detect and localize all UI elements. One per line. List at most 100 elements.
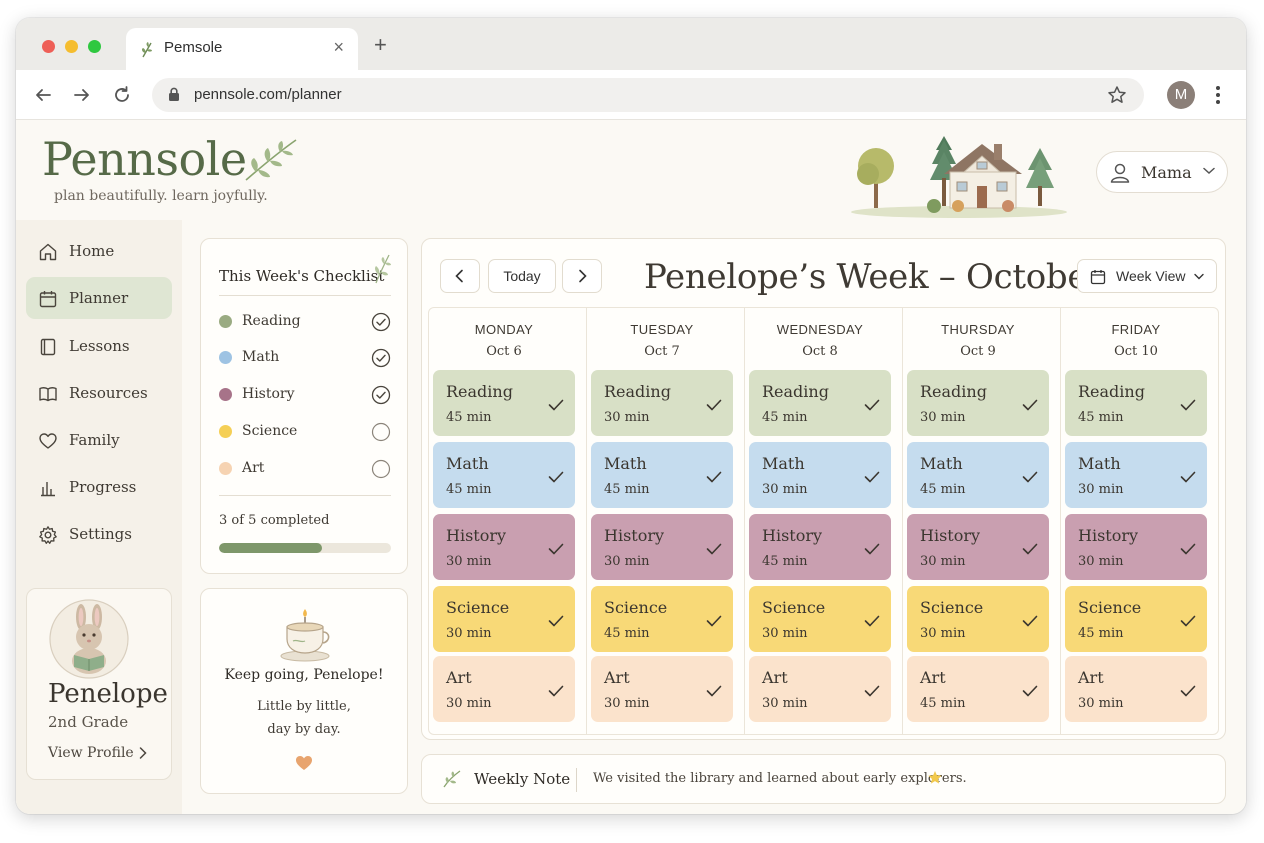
- empty-circle-icon[interactable]: [371, 422, 391, 442]
- lesson-block-art[interactable]: Art 30 min: [433, 656, 575, 722]
- check-icon[interactable]: [548, 685, 564, 697]
- lesson-duration: 45 min: [446, 410, 492, 425]
- next-week-button[interactable]: [562, 259, 602, 293]
- check-icon[interactable]: [1180, 471, 1196, 483]
- lesson-block-history[interactable]: History 30 min: [1065, 514, 1207, 580]
- check-icon[interactable]: [864, 615, 880, 627]
- day-date: Oct 7: [644, 344, 680, 359]
- weekly-note-text[interactable]: We visited the library and learned about…: [593, 771, 967, 786]
- lesson-block-art[interactable]: Art 30 min: [749, 656, 891, 722]
- lesson-block-reading[interactable]: Reading 45 min: [1065, 370, 1207, 436]
- lesson-block-math[interactable]: Math 30 min: [749, 442, 891, 508]
- browser-tab[interactable]: Pemsole ×: [126, 28, 358, 70]
- forward-arrow-icon[interactable]: [71, 84, 93, 106]
- check-icon[interactable]: [548, 399, 564, 411]
- check-icon[interactable]: [706, 471, 722, 483]
- sidebar-item-planner[interactable]: Planner: [26, 277, 172, 319]
- bookmark-star-icon[interactable]: [1106, 84, 1128, 106]
- check-icon[interactable]: [548, 471, 564, 483]
- view-selector-dropdown[interactable]: Week View: [1077, 259, 1217, 293]
- previous-week-button[interactable]: [440, 259, 480, 293]
- checked-circle-icon[interactable]: [371, 312, 391, 332]
- check-icon[interactable]: [1180, 399, 1196, 411]
- check-icon[interactable]: [1180, 543, 1196, 555]
- sidebar-item-settings[interactable]: Settings: [26, 513, 172, 555]
- check-icon[interactable]: [706, 543, 722, 555]
- lesson-block-history[interactable]: History 30 min: [433, 514, 575, 580]
- lesson-block-history[interactable]: History 45 min: [749, 514, 891, 580]
- check-icon[interactable]: [1022, 399, 1038, 411]
- lesson-block-science[interactable]: Science 45 min: [1065, 586, 1207, 652]
- lesson-block-art[interactable]: Art 30 min: [1065, 656, 1207, 722]
- lesson-block-reading[interactable]: Reading 45 min: [433, 370, 575, 436]
- lesson-block-math[interactable]: Math 45 min: [591, 442, 733, 508]
- check-icon[interactable]: [1022, 685, 1038, 697]
- sidebar-item-resources[interactable]: Resources: [26, 372, 172, 414]
- check-icon[interactable]: [1180, 615, 1196, 627]
- sidebar-item-home[interactable]: Home: [26, 230, 172, 272]
- chevron-right-icon[interactable]: [139, 747, 147, 759]
- check-icon[interactable]: [706, 685, 722, 697]
- back-arrow-icon[interactable]: [32, 84, 54, 106]
- checked-circle-icon[interactable]: [371, 385, 391, 405]
- more-menu-icon[interactable]: [1214, 84, 1222, 106]
- check-icon[interactable]: [864, 471, 880, 483]
- encouragement-heading: Keep going, Penelope!: [224, 667, 384, 683]
- day-header-wednesday: WEDNESDAY: [776, 322, 864, 337]
- new-tab-button[interactable]: +: [374, 34, 387, 56]
- lesson-block-reading[interactable]: Reading 45 min: [749, 370, 891, 436]
- lesson-block-science[interactable]: Science 30 min: [749, 586, 891, 652]
- brand-logo[interactable]: Pennsole: [42, 132, 247, 186]
- close-window-button[interactable]: [42, 40, 55, 53]
- url-field[interactable]: pennsole.com/planner: [152, 78, 1144, 112]
- sidebar-item-label: Resources: [69, 384, 148, 402]
- check-icon[interactable]: [706, 615, 722, 627]
- lesson-block-science[interactable]: Science 45 min: [591, 586, 733, 652]
- lesson-block-science[interactable]: Science 30 min: [433, 586, 575, 652]
- check-icon[interactable]: [864, 543, 880, 555]
- sidebar-item-progress[interactable]: Progress: [26, 466, 172, 508]
- checklist-item-math[interactable]: Math: [219, 347, 393, 369]
- check-icon[interactable]: [1022, 543, 1038, 555]
- sidebar-item-lessons[interactable]: Lessons: [26, 325, 172, 367]
- checklist-item-art[interactable]: Art: [219, 458, 393, 480]
- lesson-block-math[interactable]: Math 45 min: [907, 442, 1049, 508]
- browser-profile-avatar[interactable]: M: [1167, 81, 1195, 109]
- lesson-duration: 45 min: [1078, 626, 1124, 641]
- lesson-block-math[interactable]: Math 30 min: [1065, 442, 1207, 508]
- lesson-block-art[interactable]: Art 30 min: [591, 656, 733, 722]
- check-icon[interactable]: [864, 399, 880, 411]
- checked-circle-icon[interactable]: [371, 348, 391, 368]
- check-icon[interactable]: [1022, 471, 1038, 483]
- check-icon[interactable]: [1022, 615, 1038, 627]
- checklist-item-history[interactable]: History: [219, 384, 393, 406]
- check-icon[interactable]: [548, 543, 564, 555]
- check-icon[interactable]: [1180, 685, 1196, 697]
- lesson-block-science[interactable]: Science 30 min: [907, 586, 1049, 652]
- close-tab-icon[interactable]: ×: [333, 37, 344, 58]
- weekly-checklist-card: This Week's Checklist Reading Math Histo…: [200, 238, 408, 574]
- leaf-icon: [443, 770, 461, 788]
- lesson-subject: Art: [920, 668, 946, 687]
- reload-icon[interactable]: [111, 84, 133, 106]
- url-text: pennsole.com/planner: [194, 86, 342, 103]
- check-icon[interactable]: [706, 399, 722, 411]
- lesson-block-history[interactable]: History 30 min: [907, 514, 1049, 580]
- maximize-window-button[interactable]: [88, 40, 101, 53]
- lesson-block-math[interactable]: Math 45 min: [433, 442, 575, 508]
- sidebar-item-family[interactable]: Family: [26, 419, 172, 461]
- minimize-window-button[interactable]: [65, 40, 78, 53]
- lesson-block-history[interactable]: History 30 min: [591, 514, 733, 580]
- column-separator: [1060, 308, 1061, 734]
- check-icon[interactable]: [548, 615, 564, 627]
- view-profile-link[interactable]: View Profile: [48, 745, 134, 761]
- empty-circle-icon[interactable]: [371, 459, 391, 479]
- lesson-block-reading[interactable]: Reading 30 min: [591, 370, 733, 436]
- lesson-block-reading[interactable]: Reading 30 min: [907, 370, 1049, 436]
- checklist-item-science[interactable]: Science: [219, 421, 393, 443]
- lesson-block-art[interactable]: Art 45 min: [907, 656, 1049, 722]
- checklist-item-reading[interactable]: Reading: [219, 311, 393, 333]
- today-button[interactable]: Today: [488, 259, 556, 293]
- check-icon[interactable]: [864, 685, 880, 697]
- user-menu-button[interactable]: Mama: [1096, 151, 1228, 193]
